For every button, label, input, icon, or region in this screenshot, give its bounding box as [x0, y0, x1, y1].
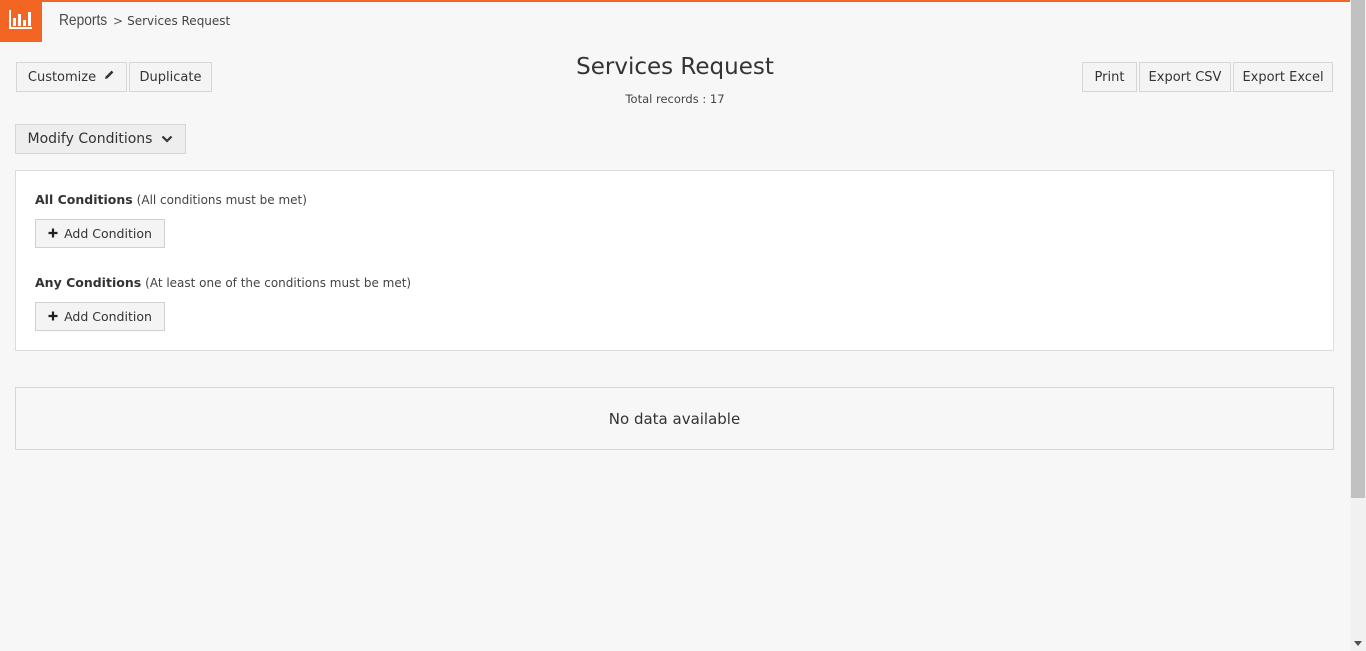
any-conditions-hint: (At least one of the conditions must be …: [145, 276, 412, 290]
any-conditions-title: Any Conditions: [35, 275, 142, 290]
any-conditions-heading: Any Conditions (At least one of the cond…: [35, 275, 411, 290]
all-conditions-hint: (All conditions must be met): [136, 193, 307, 207]
modify-conditions-label: Modify Conditions: [27, 131, 153, 147]
print-button-label: Print: [1094, 69, 1125, 85]
total-records: Total records : 17: [625, 92, 725, 106]
no-data-panel: No data available: [15, 387, 1334, 450]
modify-conditions-button[interactable]: Modify Conditions: [15, 124, 186, 154]
all-conditions-title: All Conditions: [35, 192, 133, 207]
plus-icon: [48, 226, 58, 241]
breadcrumb-reports-link[interactable]: Reports: [59, 12, 107, 30]
breadcrumb-current: Services Request: [127, 14, 231, 28]
breadcrumb-separator: >: [113, 14, 124, 28]
export-csv-button[interactable]: Export CSV: [1139, 62, 1231, 92]
add-all-condition-button[interactable]: Add Condition: [35, 219, 165, 248]
print-button[interactable]: Print: [1082, 62, 1137, 92]
add-condition-label: Add Condition: [64, 226, 152, 241]
add-any-condition-button[interactable]: Add Condition: [35, 302, 165, 331]
scrollbar-thumb[interactable]: [1351, 0, 1365, 498]
conditions-panel: All Conditions (All conditions must be m…: [15, 170, 1334, 351]
no-data-message: No data available: [608, 409, 741, 428]
export-excel-button-label: Export Excel: [1242, 69, 1324, 85]
export-excel-button[interactable]: Export Excel: [1233, 62, 1333, 92]
reports-logo[interactable]: [0, 0, 42, 42]
chevron-down-icon: [161, 131, 173, 147]
all-conditions-heading: All Conditions (All conditions must be m…: [35, 192, 307, 207]
scroll-down-arrow-icon[interactable]: [1350, 635, 1366, 651]
add-condition-label: Add Condition: [64, 309, 152, 324]
top-accent-line: [0, 0, 1350, 2]
bar-chart-icon: [8, 8, 34, 34]
export-csv-button-label: Export CSV: [1148, 69, 1222, 85]
plus-icon: [48, 309, 58, 324]
breadcrumb: Reports > Services Request: [59, 10, 230, 32]
